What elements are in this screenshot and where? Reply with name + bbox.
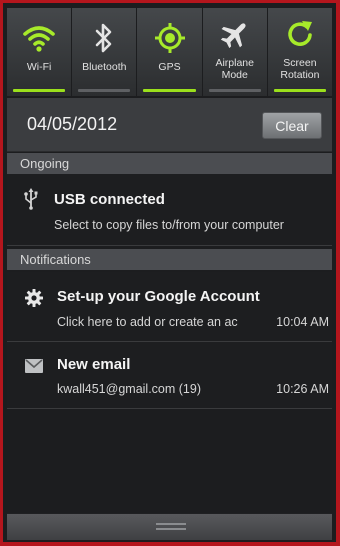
wifi-status-bar <box>13 89 66 92</box>
wifi-toggle[interactable]: Wi-Fi <box>7 8 73 96</box>
wifi-icon <box>21 20 57 56</box>
new-email-subtitle: kwall451@gmail.com (19) <box>57 382 201 396</box>
notifications-header: Notifications <box>7 249 332 270</box>
clear-button[interactable]: Clear <box>262 112 322 139</box>
google-account-notification[interactable]: Set-up your Google Account Click here to… <box>7 272 332 342</box>
google-account-title: Set-up your Google Account <box>57 288 260 305</box>
bluetooth-label: Bluetooth <box>82 61 127 73</box>
new-email-time: 10:26 AM <box>276 382 329 396</box>
current-date: 04/05/2012 <box>27 114 118 134</box>
screen-rotation-label: Screen Rotation <box>280 57 320 81</box>
screen-rotation-status-bar <box>273 89 327 92</box>
new-email-notification[interactable]: New email kwall451@gmail.com (19) 10:26 … <box>7 342 332 409</box>
usb-icon <box>22 188 40 210</box>
rotation-icon <box>282 16 318 52</box>
screen-rotation-toggle[interactable]: Screen Rotation <box>268 8 332 96</box>
wifi-label: Wi-Fi <box>26 61 52 73</box>
drag-grip-line <box>156 523 186 525</box>
notification-panel: Wi-Fi Bluetooth GPS Airplane Mode Screen… <box>0 0 340 546</box>
airplane-mode-status-bar <box>208 89 261 92</box>
google-account-time: 10:04 AM <box>276 315 329 329</box>
gps-icon <box>152 20 188 56</box>
ongoing-header: Ongoing <box>7 153 332 174</box>
usb-subtitle: Select to copy files to/from your comput… <box>54 218 284 232</box>
gear-icon <box>25 289 43 307</box>
bluetooth-status-bar <box>78 89 131 92</box>
airplane-mode-toggle[interactable]: Airplane Mode <box>203 8 268 96</box>
email-icon <box>25 359 43 377</box>
airplane-icon <box>217 16 253 52</box>
bluetooth-icon <box>86 20 122 56</box>
bluetooth-toggle[interactable]: Bluetooth <box>72 8 138 96</box>
date-row: 04/05/2012 Clear <box>7 98 332 152</box>
google-account-subtitle: Click here to add or create an ac <box>57 315 238 329</box>
gps-status-bar <box>143 89 196 92</box>
new-email-title: New email <box>57 356 131 373</box>
quick-settings-bar: Wi-Fi Bluetooth GPS Airplane Mode Screen… <box>7 8 332 96</box>
usb-title: USB connected <box>54 191 165 208</box>
gps-label: GPS <box>158 61 181 73</box>
gps-toggle[interactable]: GPS <box>137 8 203 96</box>
drag-handle-bar[interactable] <box>7 513 332 540</box>
airplane-mode-label: Airplane Mode <box>215 57 254 81</box>
usb-notification[interactable]: USB connected Select to copy files to/fr… <box>7 174 332 246</box>
drag-grip-line <box>156 528 186 530</box>
